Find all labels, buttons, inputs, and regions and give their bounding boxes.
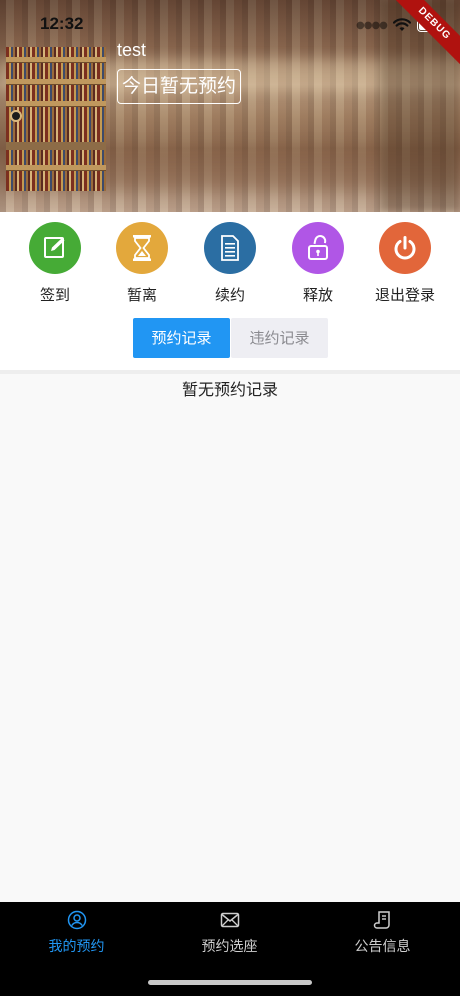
- today-status-badge: 今日暂无预约: [117, 69, 242, 104]
- nav-my-reservations[interactable]: 我的预约: [0, 910, 153, 956]
- nav-announcements[interactable]: 公告信息: [306, 910, 459, 956]
- user-circle-icon: [0, 910, 153, 930]
- nav-label: 预约选座: [201, 939, 258, 955]
- wifi-icon: [392, 18, 411, 31]
- leave-label: 暂离: [126, 286, 157, 304]
- document-icon: [204, 222, 256, 274]
- logout-label: 退出登录: [374, 286, 435, 304]
- logout-button[interactable]: 退出登录: [360, 222, 450, 305]
- status-bar: 12:32 ●●●●: [0, 0, 460, 48]
- divider: [0, 370, 460, 374]
- record-tabs: 预约记录 违约记录: [0, 308, 460, 370]
- profile-header: 12:32 ●●●● DEBUG test 今日暂无预约: [0, 0, 460, 212]
- mail-icon: [153, 910, 306, 930]
- signal-icon: ●●●●: [356, 19, 388, 31]
- status-time: 12:32: [40, 14, 84, 33]
- bottom-navigation: 我的预约 预约选座 公告信息: [0, 902, 460, 996]
- renew-button[interactable]: 续约: [185, 222, 275, 305]
- edit-icon: [29, 222, 81, 274]
- notice-icon: [306, 910, 459, 930]
- nav-seat-booking[interactable]: 预约选座: [153, 910, 306, 956]
- action-bar: 签到 暂离 续约 释放 退出登录: [0, 212, 460, 308]
- home-indicator[interactable]: [148, 980, 312, 985]
- release-button[interactable]: 释放: [273, 222, 363, 305]
- hourglass-icon: [116, 222, 168, 274]
- nav-label: 我的预约: [48, 939, 105, 955]
- power-icon: [379, 222, 431, 274]
- tab-reservation-records[interactable]: 预约记录: [133, 318, 230, 358]
- renew-label: 续约: [214, 286, 245, 304]
- empty-state-message: 暂无预约记录: [181, 380, 278, 399]
- leave-button[interactable]: 暂离: [97, 222, 187, 305]
- unlock-icon: [292, 222, 344, 274]
- release-label: 释放: [302, 286, 333, 304]
- checkin-label: 签到: [39, 286, 70, 304]
- tab-violation-records[interactable]: 违约记录: [231, 318, 328, 358]
- avatar[interactable]: [6, 47, 106, 191]
- checkin-button[interactable]: 签到: [10, 222, 100, 305]
- nav-label: 公告信息: [354, 939, 411, 955]
- username: test: [117, 40, 147, 60]
